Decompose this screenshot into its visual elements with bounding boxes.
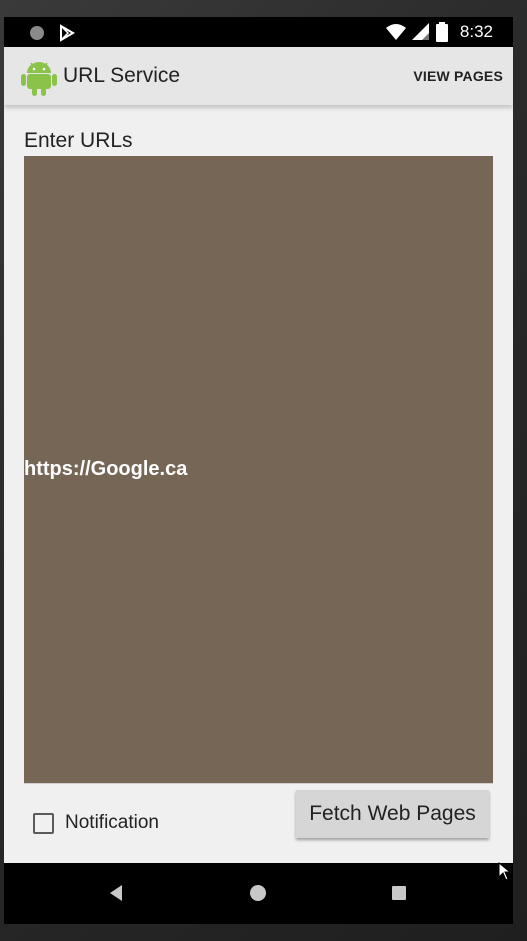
- battery-icon: [435, 22, 448, 42]
- device-frame: 8:32 URL Service VIEW PAGES Enter URLs h…: [0, 0, 527, 941]
- status-left: [28, 24, 76, 42]
- enter-urls-label: Enter URLs: [24, 129, 133, 152]
- nav-bar: [4, 863, 513, 924]
- screen: 8:32 URL Service VIEW PAGES Enter URLs h…: [4, 17, 513, 924]
- android-logo-icon: [21, 62, 57, 96]
- recents-icon[interactable]: [391, 885, 407, 901]
- wifi-icon: [385, 24, 406, 40]
- notification-checkbox[interactable]: [33, 812, 54, 834]
- urls-input-value: https://Google.ca: [24, 458, 188, 480]
- back-icon[interactable]: [108, 884, 124, 902]
- notification-label: Notification: [65, 812, 159, 833]
- mouse-cursor-icon: [498, 862, 512, 881]
- app-title: URL Service: [63, 64, 181, 87]
- app-bar: URL Service VIEW PAGES: [4, 47, 513, 105]
- status-bar: 8:32: [4, 17, 513, 47]
- signal-icon: [411, 23, 429, 40]
- play-store-icon: [60, 24, 75, 42]
- home-icon[interactable]: [249, 884, 267, 902]
- urls-input[interactable]: https://Google.ca: [24, 156, 493, 784]
- status-time: 8:32: [459, 22, 493, 41]
- status-right: 8:32: [385, 22, 493, 42]
- view-pages-button[interactable]: VIEW PAGES: [413, 68, 503, 84]
- sync-circle-icon: [30, 26, 44, 40]
- fetch-web-pages-button[interactable]: Fetch Web Pages: [296, 790, 489, 838]
- notification-checkbox-row[interactable]: Notification: [33, 812, 159, 834]
